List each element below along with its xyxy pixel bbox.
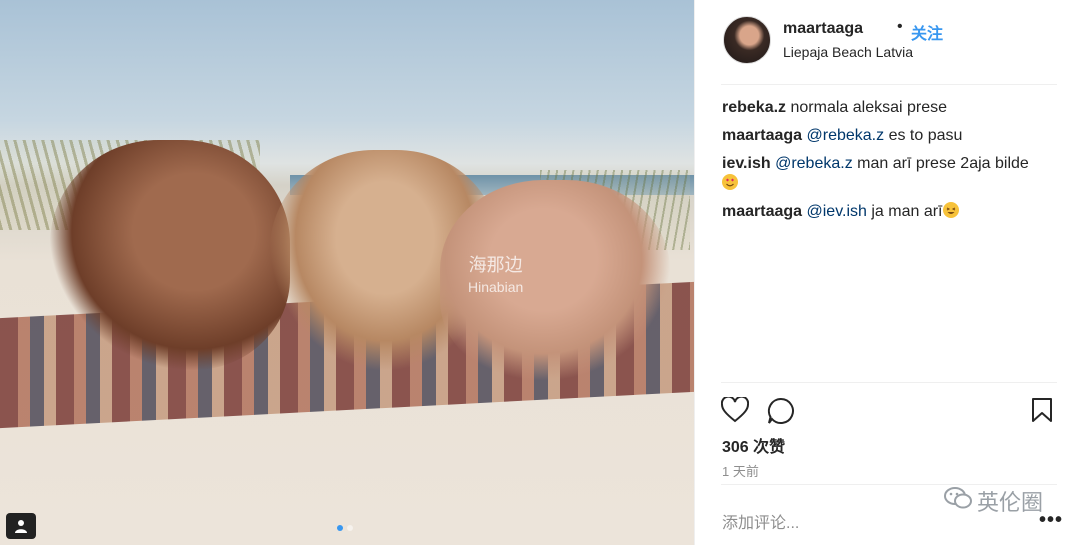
person bbox=[50, 140, 290, 370]
timestamp[interactable]: 1 天前 bbox=[722, 461, 759, 480]
comment-mention[interactable]: @iev.ish bbox=[807, 203, 867, 220]
comment-text: ja man arī bbox=[871, 203, 943, 220]
username[interactable]: maartaaga bbox=[783, 20, 863, 38]
comment-text: man arī prese 2aja bilde bbox=[857, 155, 1029, 172]
comment: iev.ish @rebeka.z man arī prese 2aja bil… bbox=[722, 154, 1052, 194]
more-options-button[interactable]: ••• bbox=[1039, 509, 1063, 532]
post-sidebar: maartaaga • 关注 Liepaja Beach Latvia rebe… bbox=[694, 0, 1080, 545]
comment-user[interactable]: maartaaga bbox=[722, 203, 802, 220]
comment: rebeka.z normala aleksai prese bbox=[722, 98, 1052, 118]
bookmark-icon[interactable] bbox=[1031, 397, 1053, 428]
wechat-badge: 英伦圈 bbox=[943, 485, 1043, 517]
watermark: 海那边 Hinabian bbox=[468, 254, 523, 298]
carousel-indicator bbox=[337, 525, 353, 531]
comment-input[interactable]: 添加评论... bbox=[722, 509, 799, 533]
comment-list: rebeka.z normala aleksai prese maartaaga… bbox=[722, 98, 1052, 230]
follow-button[interactable]: 关注 bbox=[911, 20, 943, 44]
comment-user[interactable]: iev.ish bbox=[722, 155, 771, 172]
comment-text: normala aleksai prese bbox=[790, 99, 948, 116]
laughing-emoji-icon bbox=[942, 202, 959, 218]
comment-text: es to pasu bbox=[888, 127, 963, 144]
watermark-line2: Hinabian bbox=[468, 279, 524, 295]
comment-user[interactable]: rebeka.z bbox=[722, 99, 786, 116]
wechat-icon bbox=[943, 485, 973, 517]
avatar[interactable] bbox=[723, 16, 771, 64]
comment-mention[interactable]: @rebeka.z bbox=[807, 127, 885, 144]
location-link[interactable]: Liepaja Beach Latvia bbox=[783, 44, 913, 60]
watermark-line1: 海那边 bbox=[468, 255, 523, 275]
like-count[interactable]: 306 次赞 bbox=[722, 433, 785, 457]
instagram-post: 海那边 Hinabian maartaaga • 关注 Liepaja Beac… bbox=[0, 0, 1080, 545]
heart-eyes-emoji-icon bbox=[722, 174, 738, 190]
comment: maartaaga @iev.ish ja man arī bbox=[722, 202, 1052, 222]
post-photo[interactable]: 海那边 Hinabian bbox=[0, 0, 694, 545]
post-header: maartaaga • 关注 Liepaja Beach Latvia bbox=[721, 14, 1057, 85]
comment-user[interactable]: maartaaga bbox=[722, 127, 802, 144]
user-tag-icon[interactable] bbox=[6, 513, 36, 539]
action-bar bbox=[720, 382, 1057, 424]
comment-mention[interactable]: @rebeka.z bbox=[775, 155, 853, 172]
comment: maartaaga @rebeka.z es to pasu bbox=[722, 126, 1052, 146]
separator: • bbox=[897, 18, 903, 35]
carousel-dot bbox=[337, 525, 343, 531]
wechat-account-name: 英伦圈 bbox=[977, 490, 1044, 515]
carousel-dot bbox=[347, 525, 353, 531]
comment-icon[interactable] bbox=[767, 397, 795, 430]
add-comment-section: 添加评论... 英伦圈 ••• bbox=[721, 484, 1062, 546]
heart-icon[interactable] bbox=[720, 395, 750, 428]
